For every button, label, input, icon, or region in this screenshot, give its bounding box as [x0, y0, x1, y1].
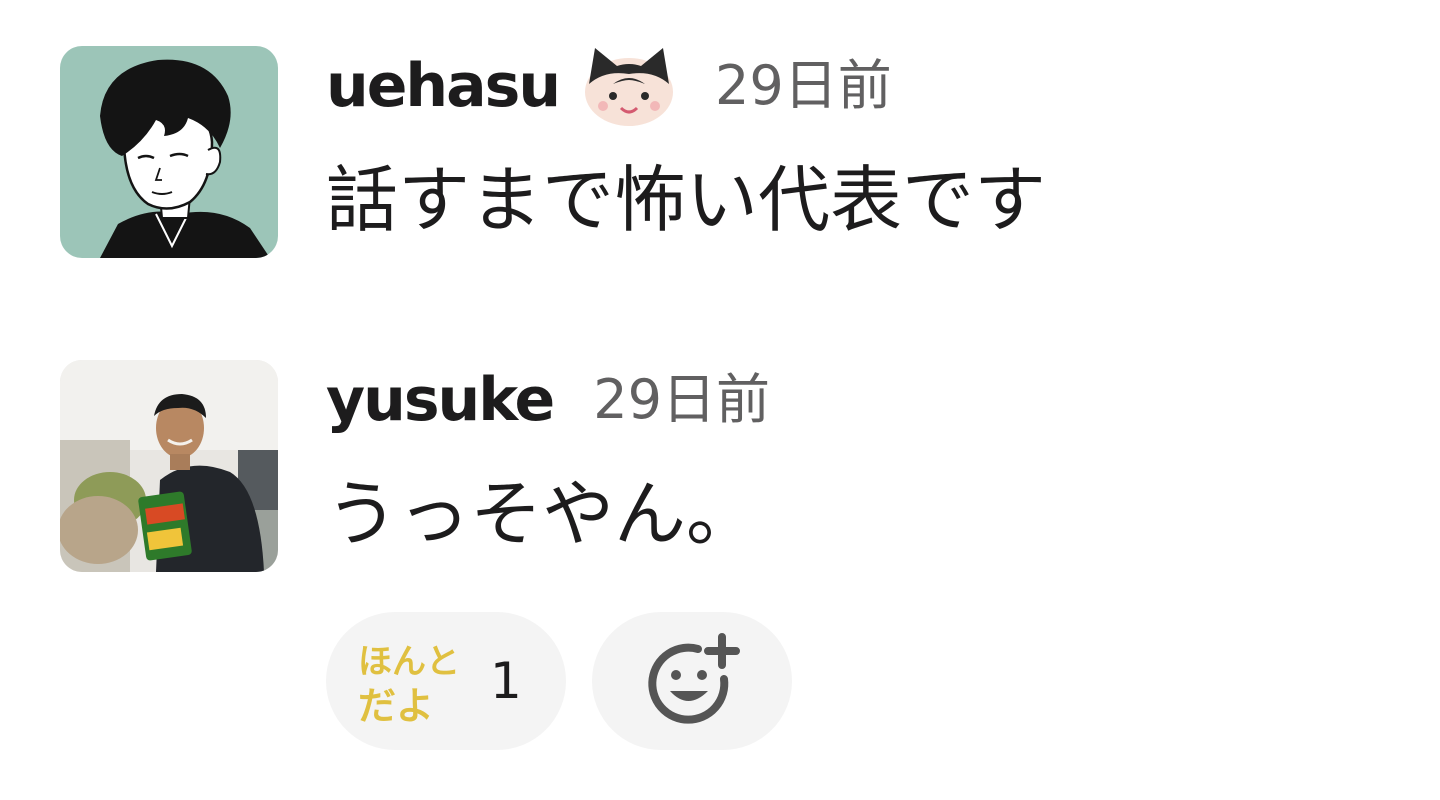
reaction-stamp-line1: ほんと	[358, 642, 460, 682]
message-content: uehasu 29日前 話すまで怖い代表です	[326, 46, 1046, 236]
message-feed: uehasu 29日前 話すまで怖い代表です yusuke 29日前 うっそやん…	[0, 0, 1440, 800]
message-text: 話すまで怖い代表です	[326, 158, 1047, 242]
hontodayo-stamp-icon: ほんと だよ	[356, 633, 464, 729]
avatar[interactable]	[60, 46, 278, 258]
cat-face-emoji-icon	[583, 44, 675, 128]
add-emoji-icon	[640, 629, 744, 733]
reaction-count: 1	[490, 652, 522, 710]
timestamp[interactable]: 29日前	[715, 59, 892, 113]
message-item: yusuke 29日前 うっそやん。	[60, 360, 770, 572]
username[interactable]: yusuke	[326, 370, 555, 430]
message-text: うっそやん。	[326, 472, 759, 556]
timestamp[interactable]: 29日前	[593, 373, 770, 427]
reaction-stamp-line2: だよ	[358, 684, 434, 728]
avatar[interactable]	[60, 360, 278, 572]
message-header: yusuke 29日前	[326, 358, 770, 442]
message-content: yusuke 29日前 うっそやん。	[326, 360, 770, 550]
add-reaction-button[interactable]	[592, 612, 792, 750]
message-item: uehasu 29日前 話すまで怖い代表です	[60, 46, 1046, 258]
reaction-bar: ほんと だよ 1	[326, 612, 792, 750]
message-header: uehasu 29日前	[326, 44, 1046, 128]
username[interactable]: uehasu	[326, 56, 561, 116]
reaction-pill[interactable]: ほんと だよ 1	[326, 612, 566, 750]
